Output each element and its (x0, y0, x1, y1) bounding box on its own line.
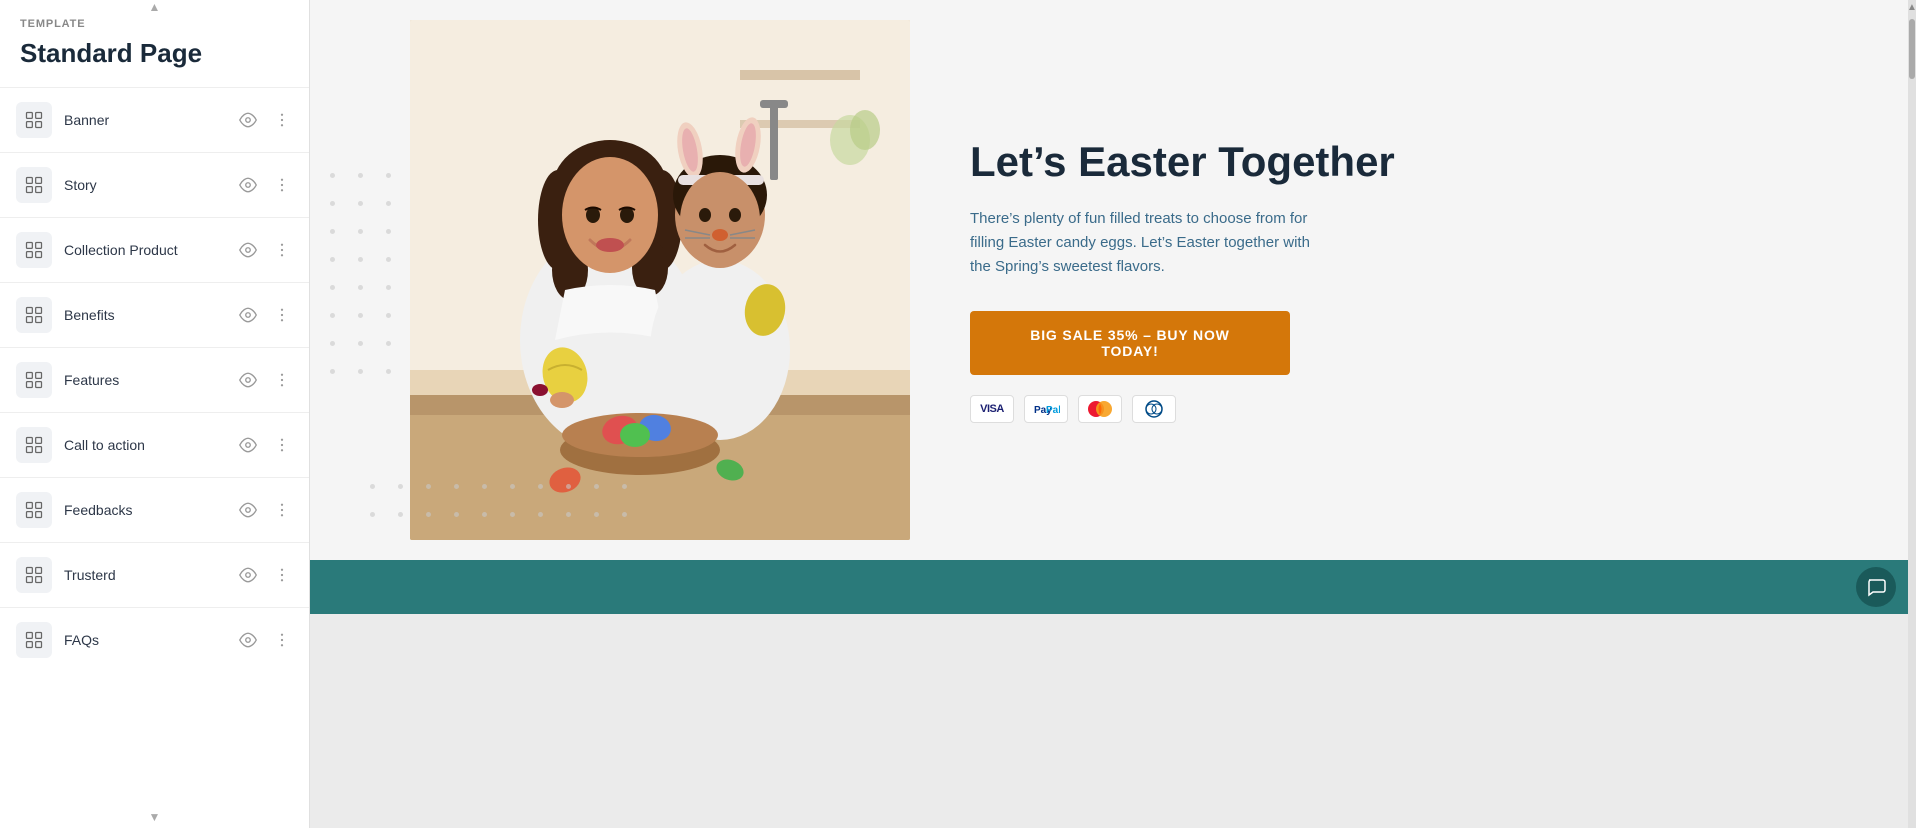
scroll-up-arrow[interactable]: ▲ (1905, 0, 1916, 15)
visibility-toggle-story[interactable] (235, 174, 261, 196)
sidebar-item-actions-features (235, 369, 295, 391)
hero-image-container (410, 20, 910, 540)
more-menu-banner[interactable] (269, 109, 295, 131)
sidebar-item-icon-trusterd (16, 557, 52, 593)
diners-club-icon (1132, 395, 1176, 423)
visibility-toggle-faqs[interactable] (235, 629, 261, 651)
sidebar-item-actions-benefits (235, 304, 295, 326)
visibility-toggle-features[interactable] (235, 369, 261, 391)
sidebar-item-label-collection-product: Collection Product (64, 242, 235, 258)
sidebar-item-actions-faqs (235, 629, 295, 651)
preview-area: Let’s Easter Together There’s plenty of … (310, 0, 1916, 828)
sidebar-item-features[interactable]: Features (0, 347, 309, 412)
more-menu-benefits[interactable] (269, 304, 295, 326)
more-menu-features[interactable] (269, 369, 295, 391)
sidebar-item-label-feedbacks: Feedbacks (64, 502, 235, 518)
sidebar-item-icon-story (16, 167, 52, 203)
sidebar-item-label-call-to-action: Call to action (64, 437, 235, 453)
sidebar-item-faqs[interactable]: FAQs (0, 607, 309, 672)
visibility-toggle-feedbacks[interactable] (235, 499, 261, 521)
mastercard-icon (1078, 395, 1122, 423)
more-menu-collection-product[interactable] (269, 239, 295, 261)
sidebar-item-actions-call-to-action (235, 434, 295, 456)
more-menu-call-to-action[interactable] (269, 434, 295, 456)
sidebar-item-label-banner: Banner (64, 112, 235, 128)
sidebar-item-banner[interactable]: Banner (0, 87, 309, 152)
sidebar-item-actions-feedbacks (235, 499, 295, 521)
visibility-toggle-benefits[interactable] (235, 304, 261, 326)
sidebar-item-call-to-action[interactable]: Call to action (0, 412, 309, 477)
visa-icon: VISA (970, 395, 1014, 423)
sidebar-item-actions-story (235, 174, 295, 196)
sidebar-item-icon-benefits (16, 297, 52, 333)
sidebar-item-story[interactable]: Story (0, 152, 309, 217)
scroll-down-indicator[interactable]: ▼ (0, 806, 309, 828)
hero-cta-button[interactable]: BIG SALE 35% – BUY NOW TODAY! (970, 311, 1290, 375)
hero-image (410, 20, 910, 540)
hero-subtitle: There’s plenty of fun filled treats to c… (970, 207, 1310, 279)
bottom-bar (310, 560, 1916, 614)
sidebar-item-label-trusterd: Trusterd (64, 567, 235, 583)
paypal-icon: Pay Pal (1024, 395, 1068, 423)
more-menu-trusterd[interactable] (269, 564, 295, 586)
hero-section: Let’s Easter Together There’s plenty of … (310, 0, 1916, 560)
visibility-toggle-call-to-action[interactable] (235, 434, 261, 456)
sidebar-item-label-story: Story (64, 177, 235, 193)
more-menu-faqs[interactable] (269, 629, 295, 651)
payment-icons-row: VISA Pay Pal (970, 395, 1856, 423)
visibility-toggle-trusterd[interactable] (235, 564, 261, 586)
sidebar-item-label-benefits: Benefits (64, 307, 235, 323)
sidebar-item-actions-banner (235, 109, 295, 131)
sidebar-item-icon-banner (16, 102, 52, 138)
hero-content: Let’s Easter Together There’s plenty of … (910, 0, 1916, 560)
scrollbar-thumb[interactable] (1909, 19, 1915, 79)
page-title: Standard Page (0, 38, 309, 87)
sidebar-item-benefits[interactable]: Benefits (0, 282, 309, 347)
template-label: TEMPLATE (0, 18, 309, 38)
right-scrollbar[interactable]: ▲ (1908, 0, 1916, 828)
scroll-up-indicator: ▲ (0, 0, 309, 14)
sidebar-item-actions-collection-product (235, 239, 295, 261)
svg-text:Pal: Pal (1046, 405, 1060, 416)
sidebar-items-list: Banner (0, 87, 309, 672)
more-menu-story[interactable] (269, 174, 295, 196)
sidebar-item-label-faqs: FAQs (64, 632, 235, 648)
sidebar-item-icon-feedbacks (16, 492, 52, 528)
chat-button[interactable] (1856, 567, 1896, 607)
visibility-toggle-banner[interactable] (235, 109, 261, 131)
sidebar-item-collection-product[interactable]: Collection Product (0, 217, 309, 282)
sidebar-item-feedbacks[interactable]: Feedbacks (0, 477, 309, 542)
sidebar-item-icon-faqs (16, 622, 52, 658)
main-preview: Let’s Easter Together There’s plenty of … (310, 0, 1916, 828)
sidebar-item-icon-features (16, 362, 52, 398)
hero-title: Let’s Easter Together (970, 137, 1856, 187)
sidebar-item-icon-collection-product (16, 232, 52, 268)
visibility-toggle-collection-product[interactable] (235, 239, 261, 261)
sidebar-item-actions-trusterd (235, 564, 295, 586)
sidebar-item-trusterd[interactable]: Trusterd (0, 542, 309, 607)
more-menu-feedbacks[interactable] (269, 499, 295, 521)
sidebar-item-label-features: Features (64, 372, 235, 388)
sidebar: ▲ TEMPLATE Standard Page Banner (0, 0, 310, 828)
sidebar-item-icon-call-to-action (16, 427, 52, 463)
